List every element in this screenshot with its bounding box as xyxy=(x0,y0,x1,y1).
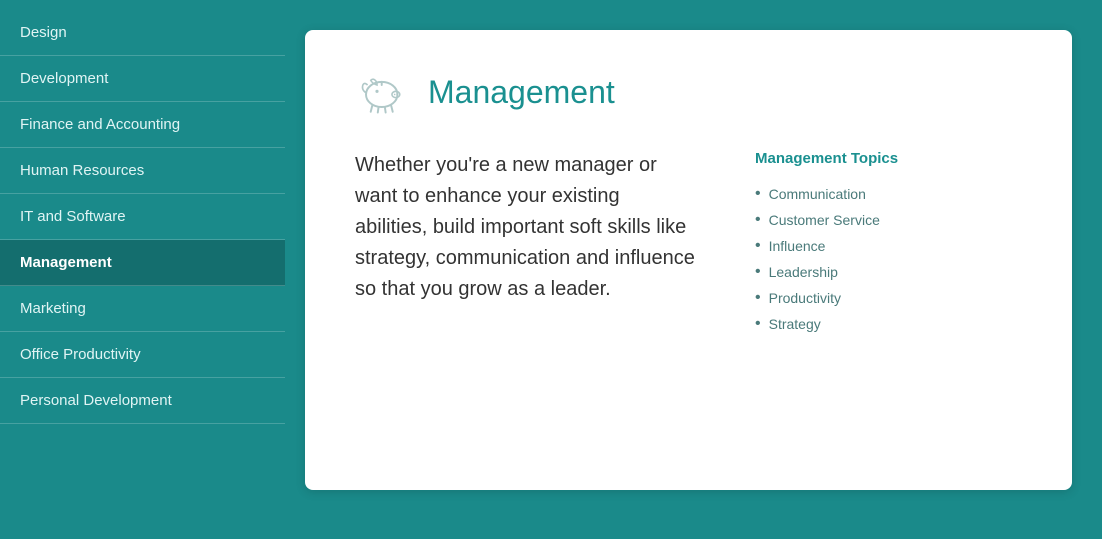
card-description: Whether you're a new manager or want to … xyxy=(355,150,695,337)
sidebar-item-design[interactable]: Design xyxy=(0,10,285,56)
topic-item: Leadership xyxy=(755,259,935,285)
sidebar-item-office-productivity[interactable]: Office Productivity xyxy=(0,332,285,378)
topic-item: Customer Service xyxy=(755,207,935,233)
sidebar-item-finance-and-accounting[interactable]: Finance and Accounting xyxy=(0,102,285,148)
main-content: Management Whether you're a new manager … xyxy=(285,0,1102,539)
sidebar-item-personal-development[interactable]: Personal Development xyxy=(0,378,285,424)
card-title: Management xyxy=(428,74,615,111)
sidebar-item-human-resources[interactable]: Human Resources xyxy=(0,148,285,194)
topics-section: Management Topics CommunicationCustomer … xyxy=(755,150,935,337)
card-header: Management xyxy=(355,70,1022,115)
card-body: Whether you're a new manager or want to … xyxy=(355,150,1022,337)
topic-item: Communication xyxy=(755,181,935,207)
topic-item: Productivity xyxy=(755,285,935,311)
topic-item: Strategy xyxy=(755,311,935,337)
topics-list: CommunicationCustomer ServiceInfluenceLe… xyxy=(755,181,935,337)
sidebar-item-it-and-software[interactable]: IT and Software xyxy=(0,194,285,240)
sidebar: DesignDevelopmentFinance and AccountingH… xyxy=(0,0,285,539)
topics-heading: Management Topics xyxy=(755,150,935,167)
management-icon xyxy=(355,70,410,115)
sidebar-item-marketing[interactable]: Marketing xyxy=(0,286,285,332)
sidebar-item-management[interactable]: Management xyxy=(0,240,285,286)
topic-item: Influence xyxy=(755,233,935,259)
sidebar-item-development[interactable]: Development xyxy=(0,56,285,102)
management-card: Management Whether you're a new manager … xyxy=(305,30,1072,490)
